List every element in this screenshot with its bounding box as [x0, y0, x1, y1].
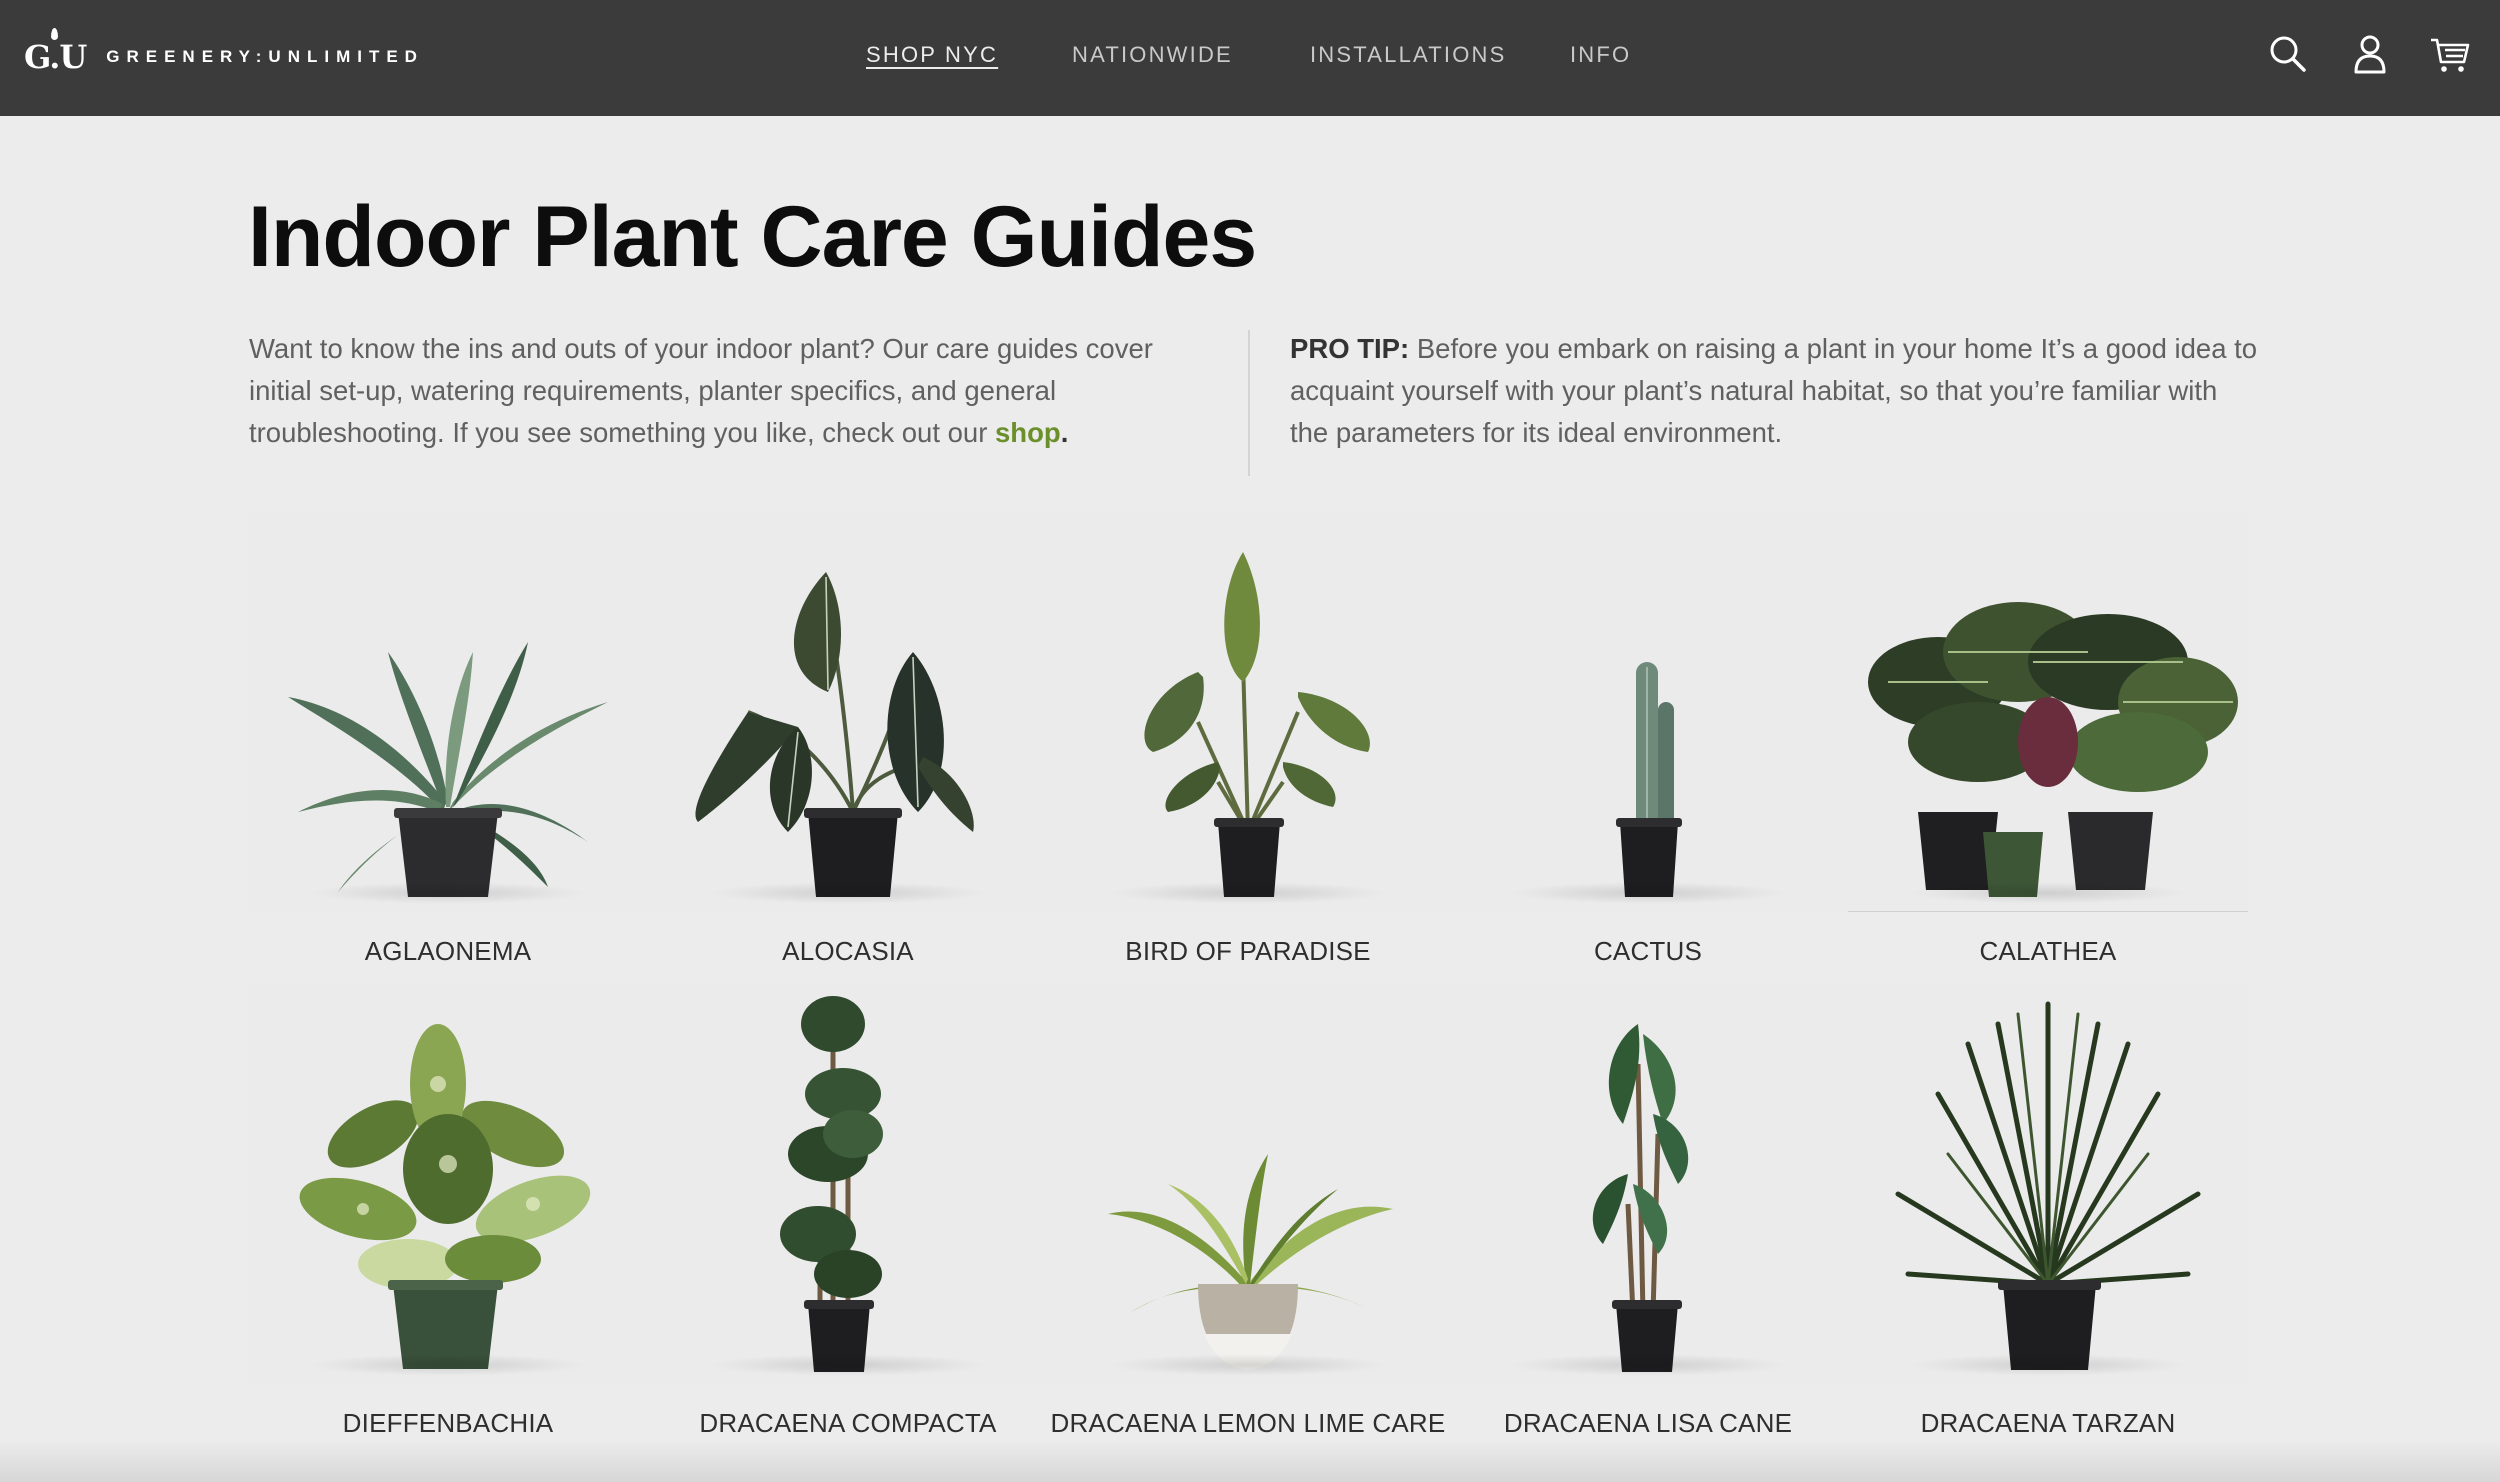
guide-card-calathea[interactable]: CALATHEA — [1848, 512, 2248, 984]
care-guide-grid: AGLAONEMA ALOCASIA BIRD OF PARADISE CACT… — [248, 512, 2248, 1482]
guide-label: ALOCASIA — [782, 936, 914, 966]
nav-nationwide[interactable]: NATIONWIDE — [1072, 42, 1233, 68]
shop-link[interactable]: shop — [995, 417, 1061, 448]
guide-label: CALATHEA — [1979, 936, 2117, 966]
scroll-shadow — [0, 1440, 2500, 1482]
guide-label: CACTUS — [1593, 936, 1703, 966]
nav-installations[interactable]: INSTALLATIONS — [1310, 42, 1507, 68]
plant-image — [1048, 984, 1448, 1384]
plant-image — [1448, 984, 1848, 1384]
guide-card-aglaonema[interactable]: AGLAONEMA — [248, 512, 648, 984]
guide-label: DRACAENA COMPACTA — [699, 1408, 997, 1438]
guide-label: BIRD OF PARADISE — [1125, 936, 1371, 966]
guide-label: DRACAENA LEMON LIME CARE — [1050, 1408, 1446, 1438]
guide-card-cactus[interactable]: CACTUS — [1448, 512, 1848, 984]
guide-card-alocasia[interactable]: ALOCASIA — [648, 512, 1048, 984]
guide-card-dieffenbachia[interactable]: DIEFFENBACHIA — [248, 984, 648, 1456]
plant-image — [1848, 984, 2248, 1384]
account-icon[interactable] — [2348, 32, 2392, 76]
pro-tip-paragraph: PRO TIP: Before you embark on raising a … — [1290, 328, 2260, 454]
plant-image — [1848, 512, 2248, 912]
guide-label: DRACAENA LISA CANE — [1503, 1408, 1793, 1438]
guide-card-dracaena-tarzan[interactable]: DRACAENA TARZAN — [1848, 984, 2248, 1456]
search-icon[interactable] — [2266, 32, 2310, 76]
plant-image — [648, 512, 1048, 912]
page-title: Indoor Plant Care Guides — [248, 189, 1257, 285]
plant-image — [248, 984, 648, 1384]
intro-paragraph: Want to know the ins and outs of your in… — [249, 328, 1169, 454]
guide-card-dracaena-lisa-cane[interactable]: DRACAENA LISA CANE — [1448, 984, 1848, 1456]
guide-card-dracaena-compacta[interactable]: DRACAENA COMPACTA — [648, 984, 1048, 1456]
guide-card-dracaena-lemon-lime[interactable]: DRACAENA LEMON LIME CARE — [1048, 984, 1448, 1456]
column-divider — [1248, 330, 1250, 476]
nav-shop-nyc[interactable]: SHOP NYC — [866, 42, 998, 68]
guide-card-bird-of-paradise[interactable]: BIRD OF PARADISE — [1048, 512, 1448, 984]
pro-tip-text: Before you embark on raising a plant in … — [1290, 333, 2258, 448]
plant-image — [248, 512, 648, 912]
guide-label: DRACAENA TARZAN — [1920, 1408, 2176, 1438]
pro-tip-label: PRO TIP: — [1290, 333, 1410, 364]
guide-label: DIEFFENBACHIA — [342, 1408, 554, 1438]
main-nav: SHOP NYC NATIONWIDE INSTALLATIONS INFO — [0, 42, 2500, 74]
cart-icon[interactable] — [2428, 32, 2472, 76]
intro-period: . — [1060, 417, 1069, 448]
plant-image — [1048, 512, 1448, 912]
nav-info[interactable]: INFO — [1570, 42, 1631, 68]
plant-image — [1448, 512, 1848, 912]
guide-label: AGLAONEMA — [364, 936, 532, 966]
plant-image — [648, 984, 1048, 1384]
top-navigation-bar: G.U GREENERY:UNLIMITED SHOP NYC NATIONWI… — [0, 0, 2500, 116]
